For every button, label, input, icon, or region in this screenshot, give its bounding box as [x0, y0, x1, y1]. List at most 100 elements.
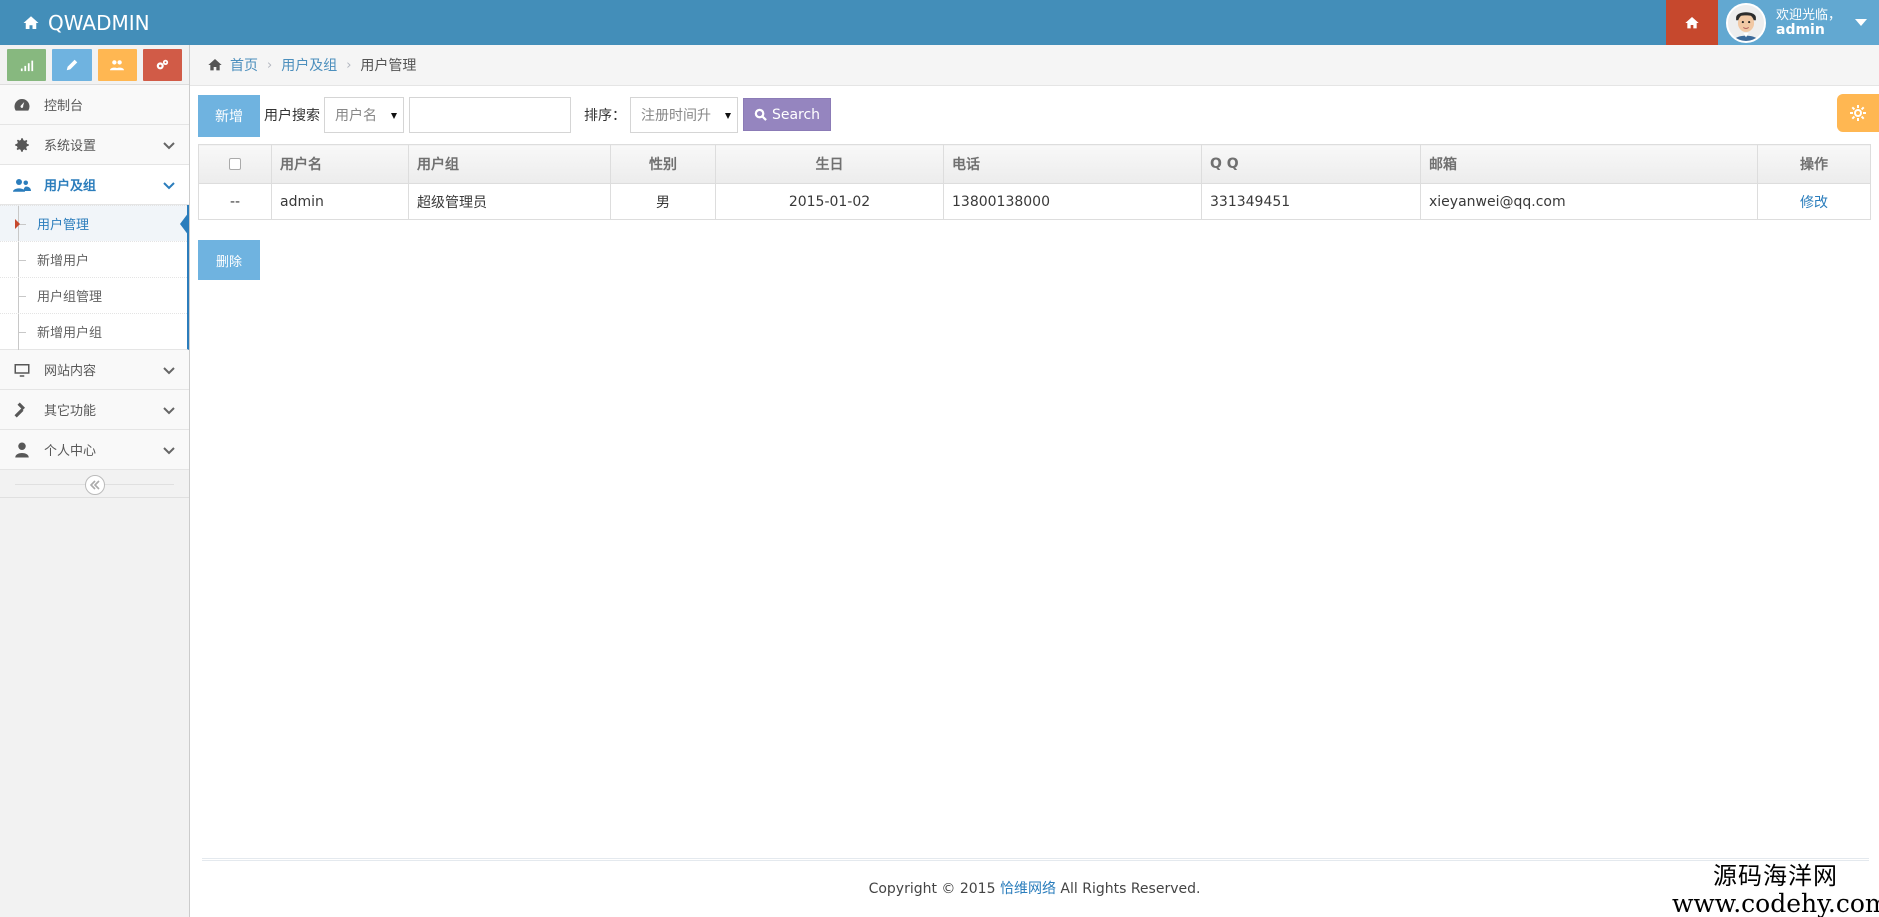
submenu-add-group-label: 新增用户组: [37, 326, 103, 341]
shortcut-users-button[interactable]: [97, 49, 137, 81]
cell-id: --: [198, 183, 272, 220]
cell-email: xieyanwei@qq.com: [1420, 183, 1758, 220]
shortcut-signal-button[interactable]: [7, 49, 47, 81]
breadcrumb: 首页 › 用户及组 › 用户管理: [190, 45, 1879, 86]
search-input[interactable]: [409, 97, 571, 133]
home-icon: [23, 15, 39, 29]
top-navbar: QWADMIN 欢迎光临， admin: [0, 0, 1879, 45]
breadcrumb-section[interactable]: 用户及组: [281, 55, 337, 75]
cog-icon: [1850, 105, 1866, 121]
col-qq[interactable]: Q Q: [1201, 144, 1421, 184]
menu-users-groups[interactable]: 用户及组: [0, 165, 189, 205]
add-user-button[interactable]: 新增: [198, 95, 260, 137]
submenu-group-manage-label: 用户组管理: [37, 290, 103, 305]
chevron-down-icon: [163, 447, 175, 455]
user-greeting: 欢迎光临， admin: [1776, 8, 1841, 38]
chevron-down-icon: [163, 367, 175, 375]
caret-right-icon: [15, 219, 20, 229]
submenu-user-manage[interactable]: 用户管理: [0, 205, 189, 242]
col-group[interactable]: 用户组: [408, 144, 611, 184]
search-field-value: 用户名: [335, 108, 377, 124]
watermark-line2: www.codehy.com: [1672, 889, 1879, 917]
submenu-add-user-label: 新增用户: [37, 254, 90, 269]
select-all-header: [198, 144, 272, 184]
username-text: admin: [1776, 21, 1825, 38]
chevron-down-icon: [163, 407, 175, 415]
menu-dashboard[interactable]: 控制台: [0, 85, 189, 125]
search-icon: [754, 108, 767, 121]
submenu-add-group[interactable]: 新增用户组: [0, 313, 187, 350]
settings-button[interactable]: [1837, 94, 1879, 132]
tachometer-icon: [14, 98, 30, 111]
search-label: 用户搜索: [264, 108, 320, 124]
sort-select-value: 注册时间升: [641, 108, 711, 124]
menu-site-content-label: 网站内容: [44, 364, 97, 379]
col-username[interactable]: 用户名: [271, 144, 409, 184]
nav-home-button[interactable]: [1666, 0, 1718, 45]
cell-group: 超级管理员: [408, 183, 611, 220]
breadcrumb-home[interactable]: 首页: [230, 55, 258, 75]
col-phone[interactable]: 电话: [943, 144, 1202, 184]
cell-qq: 331349451: [1201, 183, 1421, 220]
user-menu[interactable]: 欢迎光临， admin: [1718, 0, 1879, 45]
gear-icon: [15, 137, 29, 152]
menu-system-settings-label: 系统设置: [44, 139, 97, 154]
shortcut-cogs-button[interactable]: [142, 49, 182, 81]
double-chevron-left-icon: [90, 480, 100, 490]
menu-system-settings[interactable]: 系统设置: [0, 125, 189, 165]
sidebar: 控制台 系统设置 用户及组 用户管理 新增用户 用户组管理 新增用户组 网站内容: [0, 45, 190, 917]
footer-company-link[interactable]: 恰维网络: [1000, 881, 1056, 897]
gavel-icon: [14, 402, 25, 417]
shortcut-pencil-button[interactable]: [52, 49, 92, 81]
breadcrumb-separator: ›: [346, 57, 352, 73]
search-button[interactable]: Search: [743, 98, 831, 131]
brand[interactable]: QWADMIN: [22, 0, 150, 45]
table-row: -- admin 超级管理员 男 2015-01-02 13800138000 …: [198, 183, 1871, 220]
dropdown-arrow-icon: [391, 113, 397, 119]
submenu-group-manage[interactable]: 用户组管理: [0, 277, 187, 314]
avatar: [1726, 2, 1766, 43]
footer-copyright: Copyright © 2015: [868, 881, 1000, 897]
menu-personal-center[interactable]: 个人中心: [0, 430, 189, 470]
chevron-down-icon: [163, 142, 175, 150]
col-action: 操作: [1757, 144, 1871, 184]
user-icon: [15, 442, 29, 457]
col-email[interactable]: 邮箱: [1420, 144, 1758, 184]
sidebar-collapse-bar: [0, 470, 189, 498]
select-all-checkbox[interactable]: [229, 158, 241, 170]
search-field-select[interactable]: 用户名: [324, 97, 404, 133]
breadcrumb-separator: ›: [267, 57, 273, 73]
cell-username: admin: [271, 183, 409, 220]
sort-label: 排序：: [584, 108, 626, 124]
submenu-add-user[interactable]: 新增用户: [0, 241, 187, 278]
home-icon: [208, 59, 222, 71]
col-birthday[interactable]: 生日: [715, 144, 944, 184]
sidebar-shortcuts: [0, 45, 189, 85]
sidebar-collapse-button[interactable]: [85, 475, 105, 495]
footer: Copyright © 2015 恰维网络 All Rights Reserve…: [190, 878, 1879, 898]
cell-action: 修改: [1757, 183, 1871, 220]
cell-gender: 男: [610, 183, 716, 220]
user-table: 用户名 用户组 性别 生日 电话 Q Q 邮箱 操作 -- admin 超级管理…: [198, 144, 1871, 220]
breadcrumb-current: 用户管理: [360, 58, 417, 74]
watermark-line1: 源码海洋网: [1713, 862, 1838, 890]
col-gender[interactable]: 性别: [610, 144, 716, 184]
menu-other-functions-label: 其它功能: [44, 404, 97, 419]
group-icon: [110, 60, 125, 71]
edit-link[interactable]: 修改: [1800, 195, 1828, 211]
menu-site-content[interactable]: 网站内容: [0, 350, 189, 390]
desktop-icon: [14, 363, 30, 377]
welcome-text: 欢迎光临，: [1776, 7, 1842, 23]
menu-users-groups-label: 用户及组: [44, 179, 97, 194]
dropdown-arrow-icon: [725, 113, 731, 119]
footer-rights: All Rights Reserved.: [1055, 881, 1201, 897]
delete-button[interactable]: 删除: [198, 240, 260, 280]
cogs-icon: [157, 59, 169, 70]
footer-divider: [202, 858, 1869, 861]
chevron-down-icon: [163, 182, 175, 190]
sort-select[interactable]: 注册时间升: [630, 97, 738, 133]
active-indicator: [180, 212, 189, 236]
table-header-row: 用户名 用户组 性别 生日 电话 Q Q 邮箱 操作: [198, 144, 1871, 184]
menu-other-functions[interactable]: 其它功能: [0, 390, 189, 430]
brand-title: QWADMIN: [48, 10, 150, 35]
